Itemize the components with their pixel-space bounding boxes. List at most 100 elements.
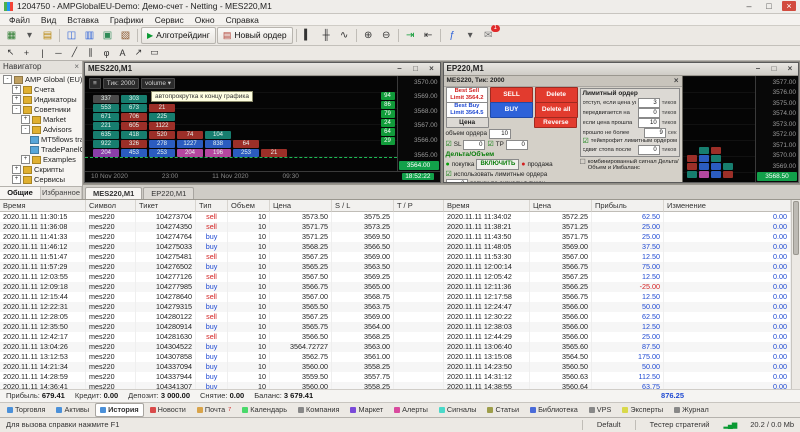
expand-icon[interactable]: + <box>12 95 21 105</box>
navigator-close-icon[interactable]: × <box>74 62 79 71</box>
limit-row-input[interactable]: 0 <box>637 144 660 155</box>
chart1-minimize-icon[interactable]: – <box>395 64 405 73</box>
column-header-Символ[interactable]: Символ <box>86 199 136 212</box>
algo-trading-button[interactable]: ▶ Алготрейдинг <box>141 26 216 44</box>
data-window-icon[interactable]: ▥ <box>81 27 98 44</box>
toolbox-tab-Библиотека[interactable]: Библиотека <box>525 403 583 417</box>
minimize-icon[interactable]: – <box>742 1 756 11</box>
delta-enable-button[interactable]: ВКЛЮЧИТЬ <box>476 158 520 170</box>
menu-item-Окно[interactable]: Окно <box>190 15 220 25</box>
history-row[interactable]: 2020.11.11 12:42:17 mes220 104281630 sell 10… <box>0 331 791 342</box>
column-header-Объем[interactable]: Объем <box>228 199 270 212</box>
toolbox-tab-Маркет[interactable]: Маркет <box>345 403 388 417</box>
chart2-titlebar[interactable]: EP220,M1 – □ × <box>443 62 798 76</box>
tree-item-Market[interactable]: + Market <box>0 115 82 125</box>
toolbox-tab-Статьи[interactable]: Статьи <box>482 403 524 417</box>
toolbox-tab-История[interactable]: История <box>95 402 144 417</box>
status-strategy-tester[interactable]: Тестер стратегий <box>650 420 710 429</box>
sl-checkbox-icon[interactable]: ☑ <box>446 141 452 148</box>
bar-chart-icon[interactable]: ▍ <box>300 27 317 44</box>
column-header-Цена[interactable]: Цена <box>530 199 592 212</box>
expand-icon[interactable]: + <box>12 85 21 95</box>
limit-row-input[interactable]: 9 <box>643 127 666 138</box>
restore-icon[interactable]: □ <box>762 1 776 11</box>
table-scrollbar[interactable] <box>791 199 800 389</box>
toolbox-tab-Алерты[interactable]: Алерты <box>389 403 433 417</box>
indicators-icon[interactable]: ƒ <box>444 27 461 44</box>
chart-tab-EP220,M1[interactable]: EP220,M1 <box>143 186 195 199</box>
delete-button[interactable]: Delete <box>534 86 578 103</box>
menu-item-Графики[interactable]: Графики <box>105 15 149 25</box>
history-row[interactable]: 2020.11.11 14:21:34 mes220 104337094 buy 10 3… <box>0 361 791 372</box>
price-button[interactable]: Цена <box>445 117 489 129</box>
history-row[interactable]: 2020.11.11 11:57:29 mes220 104276502 buy 10 3… <box>0 261 791 272</box>
history-row[interactable]: 2020.11.11 12:15:44 mes220 104278640 sell 10… <box>0 291 791 302</box>
tree-item-Скрипты[interactable]: + Скрипты <box>0 165 82 175</box>
history-row[interactable]: 2020.11.11 14:28:59 mes220 104337944 buy 10 3… <box>0 371 791 382</box>
history-row[interactable]: 2020.11.11 12:09:18 mes220 104277985 buy 10 3… <box>0 281 791 292</box>
shapes-icon[interactable]: ▭ <box>147 46 162 60</box>
chart1-titlebar[interactable]: MES220,M1 – □ × <box>85 62 440 76</box>
toolbox-panel-icon[interactable]: ▧ <box>117 27 134 44</box>
chart1-axis[interactable]: 10 Nov 2020 23:00 11 Nov 2020 09:30 18:52:22 <box>85 170 440 182</box>
volume-input[interactable]: 10 <box>488 128 511 139</box>
toolbox-tab-Почта[interactable]: Почта 7 <box>192 403 236 417</box>
menu-item-Сервис[interactable]: Сервис <box>150 15 189 25</box>
trendline-icon[interactable]: ╱ <box>67 46 82 60</box>
close-icon[interactable]: × <box>782 1 796 12</box>
delta-sell-radio[interactable]: ● <box>521 161 525 168</box>
chart-toolbar-chip[interactable]: ≡ <box>89 77 101 89</box>
column-header-Прибыль[interactable]: Прибыль <box>592 199 664 212</box>
reverse-button[interactable]: Reverse <box>534 117 578 129</box>
history-row[interactable]: 2020.11.11 13:12:53 mes220 104307858 buy 10 3… <box>0 351 791 362</box>
limit-row-input[interactable]: 10 <box>637 117 660 128</box>
timeframes-icon[interactable]: ▾ <box>462 27 479 44</box>
zoom-out-icon[interactable]: ⊖ <box>378 27 395 44</box>
toolbox-tab-Сигналы[interactable]: Сигналы <box>434 403 482 417</box>
chart-dropdown-icon[interactable]: ▾ <box>21 27 38 44</box>
tree-item-MT5flows trade[interactable]: MT5flows trade <box>0 135 82 145</box>
tree-item-Советники[interactable]: - Советники <box>0 105 82 115</box>
delete-all-button[interactable]: Delete all <box>534 101 578 118</box>
history-row[interactable]: 2020.11.11 12:28:05 mes220 104280122 sell 10… <box>0 311 791 322</box>
history-row[interactable]: 2020.11.11 12:22:31 mes220 104279315 buy 10 3… <box>0 301 791 312</box>
delta-tolerance-input[interactable]: 2 <box>445 178 468 182</box>
notifications-icon[interactable]: ✉ 1 <box>480 24 500 44</box>
chart1-restore-icon[interactable]: □ <box>411 64 421 73</box>
collapse-icon[interactable]: - <box>21 125 30 135</box>
channel-icon[interactable]: ∥ <box>83 46 98 60</box>
history-row[interactable]: 2020.11.11 13:04:26 mes220 104304522 buy 10 3… <box>0 341 791 352</box>
history-row[interactable]: 2020.11.11 11:36:08 mes220 104274350 sell 10… <box>0 221 791 232</box>
navigator-panel-icon[interactable]: ▣ <box>99 27 116 44</box>
new-order-button[interactable]: ▤ Новый ордер <box>216 26 293 44</box>
menu-item-Справка[interactable]: Справка <box>221 15 264 25</box>
column-header-Цена[interactable]: Цена <box>270 199 332 212</box>
tp-checkbox-icon[interactable]: ☑ <box>487 141 493 148</box>
scrollbar-thumb[interactable] <box>793 200 799 255</box>
tree-item-Индикаторы[interactable]: + Индикаторы <box>0 95 82 105</box>
combined-checkbox-icon[interactable]: ☐ <box>580 159 586 166</box>
chart1-scale[interactable]: 3570.00 3569.00 3568.00 3567.00 3566.00 3565.… <box>396 75 440 171</box>
cursor-icon[interactable]: ↖ <box>3 46 18 60</box>
toolbox-tab-Активы[interactable]: Активы <box>51 403 94 417</box>
chart-shift-icon[interactable]: ⇤ <box>420 27 437 44</box>
menu-item-Файл[interactable]: Файл <box>4 15 35 25</box>
toolbox-tab-VPS[interactable]: VPS <box>584 403 617 417</box>
fibonacci-icon[interactable]: φ <box>99 46 114 60</box>
sl-input[interactable]: 0 <box>463 139 486 150</box>
tree-item-Advisors[interactable]: - Advisors <box>0 125 82 135</box>
expand-icon[interactable]: + <box>21 115 30 125</box>
history-row[interactable]: 2020.11.11 11:46:12 mes220 104275033 buy 10 3… <box>0 241 791 252</box>
column-header-Изменение[interactable]: Изменение <box>664 199 791 212</box>
navigator-tab-Избранное[interactable]: Избранное <box>41 186 82 199</box>
line-chart-icon[interactable]: ∿ <box>336 27 353 44</box>
chart1-body[interactable]: ≡ Тик: 2000 volume ▾ автопрокрутка к концу… <box>85 75 440 171</box>
collapse-icon[interactable]: - <box>12 105 21 115</box>
tree-item-AMP Global (EU) MT5[interactable]: - AMP Global (EU) MT5 <box>0 75 82 85</box>
zoom-in-icon[interactable]: ⊕ <box>360 27 377 44</box>
trade-panel-header[interactable]: MES220, Тик: 2000 × <box>443 75 682 87</box>
column-header-Время[interactable]: Время <box>0 199 86 212</box>
tp-input[interactable]: 0 <box>505 139 528 150</box>
autoscroll-icon[interactable]: ⇥ <box>402 27 419 44</box>
chart2-close-icon[interactable]: × <box>785 64 795 73</box>
